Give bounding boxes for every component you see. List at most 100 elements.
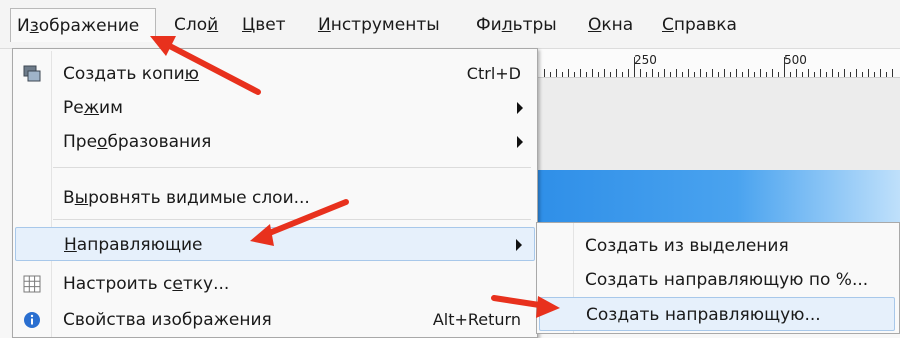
menu-label-mnemonic: й	[207, 15, 219, 35]
menu-item-flatten-visible[interactable]: Выровнять видимые слои...	[15, 181, 535, 215]
ruler-tick	[604, 69, 605, 77]
item-label-mnemonic: ю	[184, 64, 199, 84]
ruler-tick	[886, 72, 887, 77]
ruler-tick	[622, 72, 623, 77]
submenu-item-from-selection[interactable]: Создать из выделения	[539, 229, 895, 263]
item-label-post: равляющую по %...	[696, 270, 869, 290]
menu-label-pre: Фи	[476, 15, 502, 35]
menu-windows[interactable]: Окна	[582, 8, 639, 42]
menu-item-guides[interactable]: Направляющие	[15, 227, 535, 261]
item-label-pre: В	[63, 188, 75, 208]
item-label-mnemonic: о	[97, 132, 108, 152]
ruler-tick	[862, 72, 863, 77]
ruler-tick	[598, 72, 599, 77]
menu-separator	[53, 219, 531, 220]
ruler-tick	[718, 72, 719, 77]
menu-label-post: кна	[601, 15, 634, 35]
duplicate-image-icon	[23, 65, 41, 82]
menu-item-configure-grid[interactable]: Настроить сетку...	[15, 267, 535, 301]
item-label-pre: Пре	[63, 132, 98, 152]
submenu-arrow-icon	[517, 102, 523, 114]
ruler-tick	[706, 72, 707, 77]
menu-layer[interactable]: Слой	[168, 8, 224, 42]
menu-label-mnemonic: О	[588, 15, 602, 35]
ruler-tick	[688, 69, 689, 77]
menu-label-pre: И	[17, 16, 30, 36]
ruler-tick	[850, 72, 851, 77]
ruler-tick	[592, 69, 593, 77]
horizontal-ruler[interactable]: 250 500	[538, 49, 900, 78]
ruler-tick	[796, 69, 797, 77]
menu-label-mnemonic: И	[318, 15, 331, 35]
item-label-post: им	[99, 98, 123, 118]
menu-item-duplicate[interactable]: Создать копию Ctrl+D	[15, 57, 535, 91]
menu-label-mnemonic: Ц	[242, 15, 256, 35]
ruler-tick	[790, 72, 791, 77]
ruler-tick	[868, 69, 869, 77]
menu-filters[interactable]: Фильтры	[470, 8, 563, 42]
ruler-tick	[550, 72, 551, 77]
grid-icon	[23, 275, 41, 293]
info-icon	[24, 312, 40, 328]
submenu-item-guide-by-percent[interactable]: Создать направляющую по %...	[539, 263, 895, 297]
ruler-tick	[844, 69, 845, 77]
item-label-pre: Создать на	[585, 270, 686, 290]
item-label-mnemonic: в	[689, 236, 700, 256]
submenu-arrow-icon	[516, 239, 522, 251]
item-label-pre: Ре	[63, 98, 84, 118]
image-dropdown-menu: Создать копию Ctrl+D Режим Преобразовани…	[12, 48, 538, 338]
menu-color[interactable]: Цвет	[236, 8, 292, 42]
canvas-image-gradient[interactable]	[538, 170, 900, 222]
item-label-mnemonic: е	[172, 274, 183, 294]
ruler-tick	[664, 69, 665, 77]
ruler-tick	[832, 69, 833, 77]
menu-image[interactable]: Изображение	[10, 8, 156, 42]
item-label-post: бразования	[107, 132, 212, 152]
ruler-tick	[568, 69, 569, 77]
submenu-item-new-guide[interactable]: Создать направляющую...	[539, 297, 895, 331]
ruler-tick	[772, 69, 773, 77]
ruler-tick	[694, 72, 695, 77]
item-label-post: ровнять видимые слои...	[88, 188, 310, 208]
ruler-tick	[766, 72, 767, 77]
menu-label-post: нструменты	[330, 15, 440, 35]
ruler-tick	[556, 69, 557, 77]
menu-item-image-properties[interactable]: Свойства изображения Alt+Return	[15, 303, 535, 337]
menubar: Изображение Слой Цвет Инструменты Фильтр…	[0, 0, 900, 49]
ruler-tick	[838, 72, 839, 77]
ruler-tick	[880, 69, 881, 77]
ruler-tick	[892, 69, 893, 77]
ruler-tick	[580, 69, 581, 77]
ruler-tick	[742, 72, 743, 77]
ruler-tick	[676, 69, 677, 77]
menu-item-transform[interactable]: Преобразования	[15, 125, 535, 159]
shortcut-label: Ctrl+D	[466, 64, 521, 83]
item-label-mnemonic: ы	[74, 188, 89, 208]
item-label-mnemonic: Н	[64, 235, 77, 255]
item-label-pre: Создать из	[585, 236, 690, 256]
menu-tools[interactable]: Инструменты	[312, 8, 446, 42]
ruler-tick	[820, 69, 821, 77]
menu-label-post: правка	[673, 15, 737, 35]
item-label-post: тку...	[182, 274, 230, 294]
ruler-tick	[640, 69, 641, 77]
ruler-tick	[682, 72, 683, 77]
ruler-tick	[814, 72, 815, 77]
item-label-post: оздать направляющую...	[597, 305, 821, 325]
item-label-pre: Настроить с	[63, 274, 173, 294]
menu-help[interactable]: Справка	[656, 8, 743, 42]
menu-label-pre: Сло	[174, 15, 208, 35]
ruler-tick	[802, 72, 803, 77]
item-label-pre: Свойства изображения	[63, 310, 272, 330]
ruler-tick	[670, 72, 671, 77]
ruler-tick	[874, 72, 875, 77]
menu-label-mnemonic: л	[501, 15, 513, 35]
menu-item-mode[interactable]: Режим	[15, 91, 535, 125]
menu-label-post: вет	[255, 15, 286, 35]
item-label-pre: Создать копи	[63, 64, 185, 84]
menu-label-mnemonic: з	[29, 16, 39, 36]
ruler-tick	[748, 69, 749, 77]
guides-submenu: Создать из выделения Создать направляющу…	[536, 222, 900, 334]
ruler-tick	[646, 72, 647, 77]
item-label-post: аправляющие	[76, 235, 203, 255]
